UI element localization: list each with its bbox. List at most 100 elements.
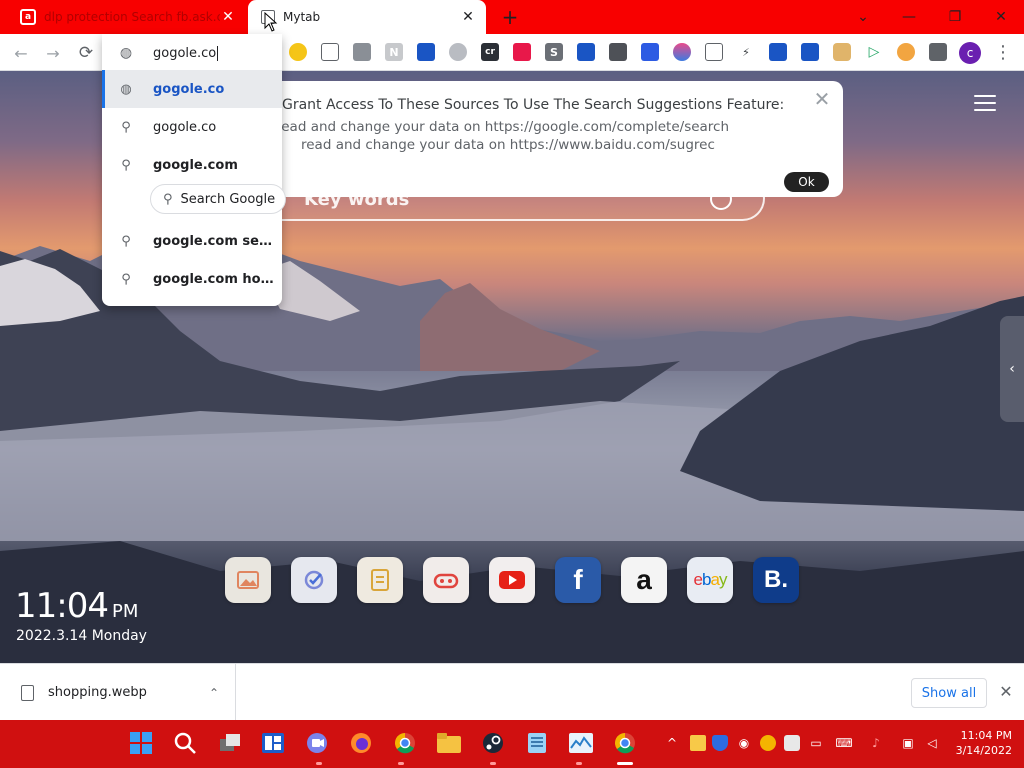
puzzle-ext-blue-icon[interactable] — [769, 43, 787, 61]
start-windows-icon[interactable] — [128, 730, 154, 756]
show-all-button[interactable]: Show all — [911, 678, 987, 708]
shortcut-ebay[interactable]: ebay — [687, 557, 733, 603]
grid-extension-icon[interactable] — [641, 43, 659, 61]
suggestion-text: google.com homepage — [153, 271, 277, 287]
taskbar-clock[interactable]: 11:04 PM 3/14/2022 — [950, 728, 1012, 758]
chrome-icon[interactable] — [392, 730, 418, 756]
reload-button[interactable]: ⟳ — [73, 40, 99, 66]
play-extension-icon[interactable]: ▷ — [865, 43, 883, 61]
restore-button[interactable]: ❐ — [932, 0, 978, 34]
volume-icon[interactable]: ◁ — [924, 735, 940, 751]
clock-widget: 11:04 PM — [15, 586, 138, 626]
ebay-icon: ebay — [693, 570, 728, 589]
new-tab-button[interactable]: + — [498, 5, 522, 29]
keyboard-icon[interactable]: ⌨ — [835, 735, 852, 751]
shortcut-gallery[interactable] — [225, 557, 271, 603]
emoji-extension-icon[interactable] — [289, 43, 307, 61]
tab-close-icon[interactable]: ✕ — [220, 9, 236, 25]
n-extension-letter: N — [389, 45, 399, 59]
omnibox-suggestion[interactable]: ⚲ gogole.co — [102, 108, 282, 146]
vpn-tray-icon[interactable] — [784, 735, 800, 751]
tab-close-icon[interactable]: ✕ — [460, 9, 476, 25]
tab-mytab[interactable]: Mytab ✕ — [248, 0, 486, 34]
address-input[interactable]: gogole.co — [153, 45, 219, 61]
omnibox-suggestion[interactable]: ⚲ google.com homepage — [102, 260, 282, 298]
shield-icon[interactable] — [712, 735, 728, 751]
bird-extension-icon[interactable] — [449, 43, 467, 61]
s-extension-icon[interactable]: S — [545, 43, 563, 61]
menu-hamburger-icon[interactable] — [974, 95, 996, 111]
suggestion-text: google.com search — [153, 233, 277, 249]
chevron-up-icon[interactable]: ⌃ — [209, 686, 219, 700]
dialog-ok-button[interactable]: Ok — [784, 172, 829, 192]
shortcut-facebook[interactable]: f — [555, 557, 601, 603]
file-explorer-icon[interactable] — [436, 730, 462, 756]
extensions-puzzle-icon[interactable] — [929, 43, 947, 61]
shortcut-game[interactable] — [423, 557, 469, 603]
image-extension-icon[interactable] — [321, 43, 339, 61]
widgets-icon[interactable] — [260, 730, 286, 756]
browser-menu-button[interactable]: ⋮ — [994, 40, 1012, 66]
task-manager-icon[interactable] — [568, 730, 594, 756]
cr-extension-icon[interactable]: cr — [481, 43, 499, 61]
tab-strip: a dlp protection Search fb.ask.com ✕ Myt… — [0, 0, 1024, 34]
omnibox-suggestion[interactable]: ⚲ google.com — [102, 146, 282, 184]
shortcut-amazon[interactable]: a — [621, 557, 667, 603]
puzzle-ext-blue2-icon[interactable] — [801, 43, 819, 61]
sticky-note-tray-icon[interactable] — [690, 735, 706, 751]
back-button[interactable]: ← — [8, 40, 34, 66]
n-extension-icon[interactable]: N — [385, 43, 403, 61]
search-google-chip[interactable]: ⚲ Search Google — [150, 184, 286, 214]
side-panel-chevron-icon[interactable]: ‹ — [1000, 316, 1024, 422]
running-indicator — [490, 762, 496, 765]
cursor-extension-icon[interactable] — [513, 43, 531, 61]
suggestion-text: google.com — [153, 157, 238, 173]
tab-title: Mytab — [283, 10, 321, 24]
forward-button[interactable]: → — [40, 40, 66, 66]
chrome-active-icon[interactable] — [612, 730, 638, 756]
search-icon: ⚲ — [121, 271, 131, 287]
dialog-permission-line-2: read and change your data on https://www… — [301, 137, 715, 153]
puzzle-extension-icon[interactable] — [353, 43, 371, 61]
shortcut-youtube[interactable] — [489, 557, 535, 603]
chrome-tray-icon[interactable] — [760, 735, 776, 751]
camera-tray-icon[interactable]: ▭ — [808, 735, 824, 751]
close-window-button[interactable]: ✕ — [978, 0, 1024, 34]
lightning-extension-icon[interactable]: ⚡ — [737, 43, 755, 61]
notepad-icon[interactable] — [524, 730, 550, 756]
steam-icon[interactable] — [480, 730, 506, 756]
omnibox-suggestion[interactable]: ◍ gogole.co — [102, 70, 282, 108]
download-item[interactable]: shopping.webp ⌃ — [0, 664, 236, 721]
steam-tray-icon[interactable]: ◉ — [736, 735, 752, 751]
puzzle-blue-extension-icon[interactable] — [577, 43, 595, 61]
search-icon[interactable] — [172, 730, 198, 756]
chevron-up-icon[interactable]: ^ — [664, 735, 680, 751]
minimize-button[interactable]: — — [886, 0, 932, 34]
picture-extension-icon[interactable] — [705, 43, 723, 61]
address-bar[interactable]: ◍ gogole.co — [102, 36, 282, 70]
globe-icon: ◍ — [120, 81, 132, 97]
teams-chat-icon[interactable] — [304, 730, 330, 756]
close-download-bar-icon[interactable]: ✕ — [997, 682, 1015, 702]
tab-ask-search[interactable]: a dlp protection Search fb.ask.com ✕ — [8, 0, 246, 34]
mouse-cursor-icon — [264, 12, 278, 32]
dialog-close-icon[interactable]: ✕ — [812, 89, 832, 109]
cr-extension-letter: cr — [485, 47, 495, 57]
microphone-icon[interactable]: ♪ — [868, 735, 884, 751]
firefox-icon[interactable] — [348, 730, 374, 756]
blue-puzzle-extension-icon[interactable] — [417, 43, 435, 61]
shortcut-notes[interactable] — [357, 557, 403, 603]
profile-avatar[interactable]: c — [959, 42, 981, 64]
cookie-extension-icon[interactable] — [897, 43, 915, 61]
flag-extension-icon[interactable] — [673, 43, 691, 61]
suggestion-text: gogole.co — [153, 81, 225, 97]
search-tabs-button[interactable]: ⌄ — [840, 0, 886, 34]
dark-extension-icon[interactable] — [609, 43, 627, 61]
search-icon: ⚲ — [121, 233, 131, 249]
shortcut-booking[interactable]: B. — [753, 557, 799, 603]
omnibox-suggestion[interactable]: ⚲ google.com search — [102, 222, 282, 260]
network-icon[interactable]: ▣ — [900, 735, 916, 751]
doge-extension-icon[interactable] — [833, 43, 851, 61]
shortcut-check[interactable] — [291, 557, 337, 603]
task-view-icon[interactable] — [218, 730, 244, 756]
